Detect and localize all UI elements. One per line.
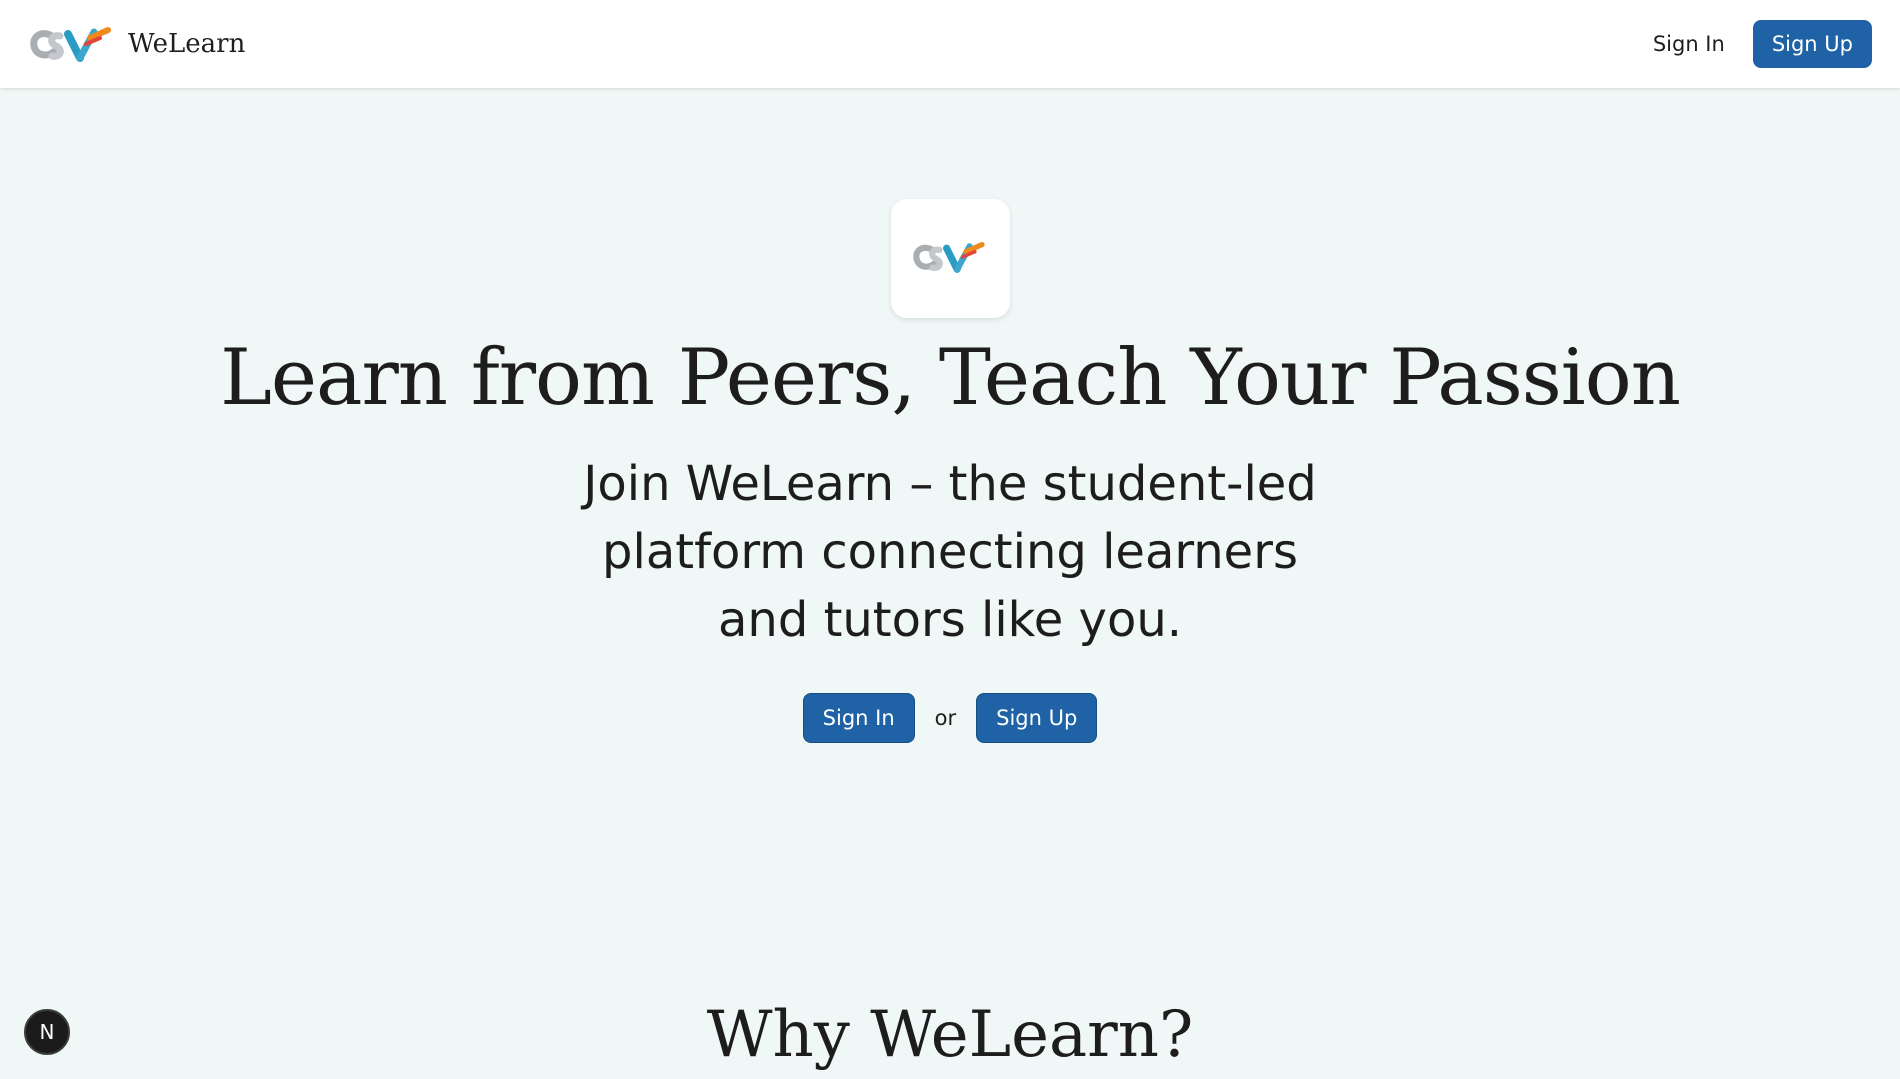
hero-logo-card bbox=[891, 199, 1010, 318]
nextjs-dev-indicator-icon[interactable]: N bbox=[24, 1009, 70, 1055]
hero-sign-up-button[interactable]: Sign Up bbox=[976, 693, 1098, 743]
hero-subtitle: Join WeLearn – the student-led platform … bbox=[583, 456, 1317, 648]
welearn-logo-icon bbox=[30, 24, 116, 64]
hero-sign-in-button[interactable]: Sign In bbox=[802, 693, 915, 743]
brand-name: WeLearn bbox=[128, 29, 246, 59]
hero-title: Learn from Peers, Teach Your Passion bbox=[220, 333, 1681, 423]
header-actions: Sign In Sign Up bbox=[1653, 20, 1872, 68]
top-navigation-bar: WeLearn Sign In Sign Up bbox=[0, 0, 1900, 88]
hero-cta-row: Sign In or Sign Up bbox=[0, 693, 1900, 743]
welearn-logo-icon bbox=[912, 239, 989, 279]
why-welearn-heading: Why WeLearn? bbox=[706, 998, 1194, 1072]
cta-or-text: or bbox=[934, 706, 957, 730]
header-sign-in-link[interactable]: Sign In bbox=[1653, 32, 1725, 56]
header-sign-up-button[interactable]: Sign Up bbox=[1752, 20, 1872, 68]
brand[interactable]: WeLearn bbox=[30, 24, 245, 64]
